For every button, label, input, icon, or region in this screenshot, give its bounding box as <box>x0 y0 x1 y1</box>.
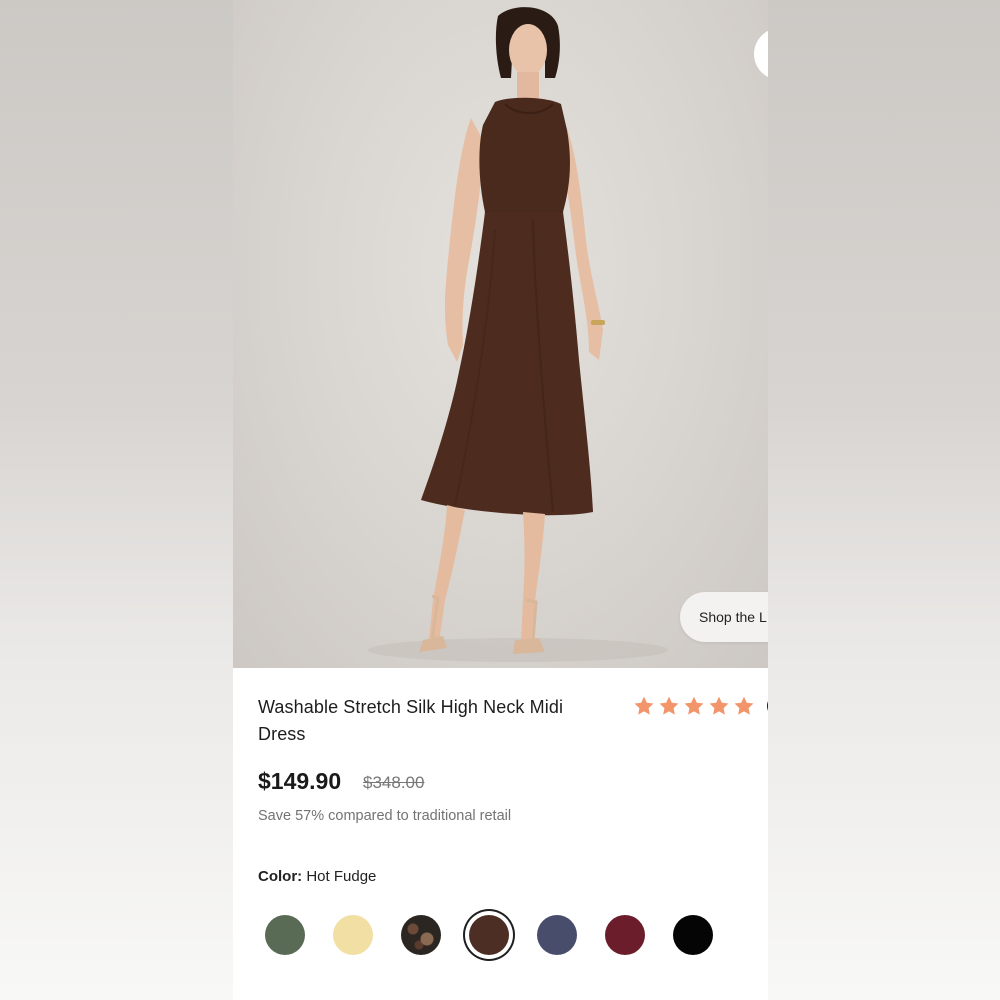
background-right <box>768 0 1000 1000</box>
model-photo <box>368 7 668 662</box>
star-icon <box>733 695 755 717</box>
background-left <box>0 0 233 1000</box>
product-page: Shop the L Washable Stretch Silk High Ne… <box>233 0 768 1000</box>
color-swatches <box>233 900 768 970</box>
swatch-floral-print[interactable] <box>401 915 441 955</box>
swatch-navy[interactable] <box>537 915 577 955</box>
shop-the-look-button[interactable]: Shop the L <box>680 592 768 642</box>
swatch-burgundy[interactable] <box>605 915 645 955</box>
star-icon <box>708 695 730 717</box>
product-title: Washable Stretch Silk High Neck Midi Dre… <box>258 697 564 744</box>
rating-count-fragment[interactable]: ( <box>766 697 768 715</box>
product-image[interactable]: Shop the L <box>233 0 768 668</box>
swatch-hot-fudge[interactable] <box>469 915 509 955</box>
star-icon <box>658 695 680 717</box>
color-selection-label: Color: Hot Fudge <box>258 868 376 885</box>
swatch-cream[interactable] <box>333 915 373 955</box>
sale-price: $149.90 <box>258 768 342 794</box>
compare-price: $348.00 <box>363 773 425 792</box>
color-label: Color: <box>258 868 303 885</box>
star-icon <box>633 695 655 717</box>
star-icon <box>683 695 705 717</box>
swatch-green[interactable] <box>265 915 305 955</box>
color-value: Hot Fudge <box>306 868 377 885</box>
savings-text: Save 57% compared to traditional retail <box>258 808 512 824</box>
swatch-black[interactable] <box>673 915 713 955</box>
rating-stars[interactable] <box>633 695 755 717</box>
